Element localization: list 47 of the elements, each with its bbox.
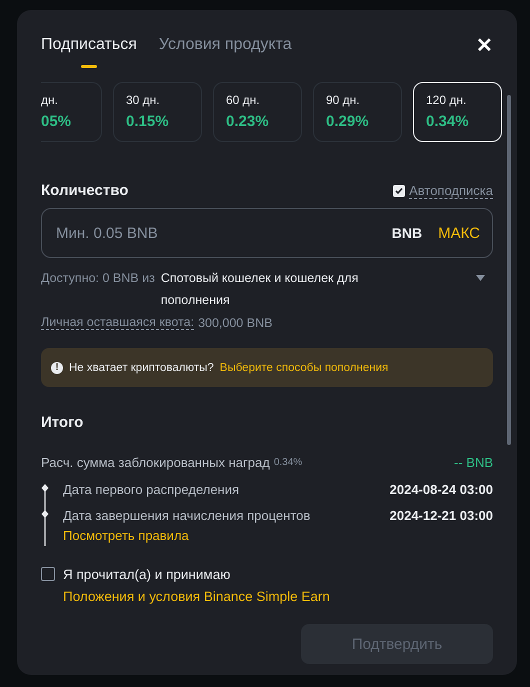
- quota-label: Личная оставшаяся квота:: [41, 315, 194, 330]
- duration-card[interactable]: 30 дн. 0.15%: [113, 82, 202, 142]
- agreement-text: Я прочитал(а) и принимаю: [63, 566, 230, 584]
- duration-card[interactable]: дн. 05%: [41, 82, 102, 142]
- auto-subscribe-label: Автоподписка: [409, 182, 493, 198]
- currency-label: BNB: [392, 225, 422, 241]
- rewards-rate: 0.34%: [274, 457, 302, 468]
- tab[interactable]: Подписаться: [41, 30, 137, 60]
- duration-card[interactable]: 90 дн. 0.29%: [313, 82, 402, 142]
- apr-value: 05%: [41, 113, 72, 130]
- rewards-value: -- BNB: [454, 455, 493, 470]
- section-title: Количество: [41, 182, 128, 199]
- duration-label: 90 дн.: [326, 93, 361, 107]
- amount-input[interactable]: Мин. 0.05 BNB BNB МАКС: [41, 208, 493, 258]
- alert-icon: !: [51, 362, 63, 374]
- apr-value: 0.34%: [426, 113, 470, 130]
- duration-label: 120 дн.: [426, 93, 468, 107]
- deposit-link[interactable]: Выберите способы пополнения: [220, 362, 388, 374]
- close-button[interactable]: ✕: [476, 32, 493, 58]
- timeline-drawing: [41, 484, 49, 546]
- date-label: Дата первого распределения: [63, 482, 240, 497]
- duration-label: дн.: [41, 93, 59, 107]
- scrollbar[interactable]: [507, 95, 511, 445]
- apr-value: 0.23%: [226, 113, 270, 130]
- auto-subscribe-checkbox[interactable]: [393, 184, 406, 196]
- rules-link[interactable]: Посмотреть правила: [63, 528, 189, 543]
- tab[interactable]: Условия продукта: [158, 30, 292, 60]
- max-button[interactable]: МАКС: [438, 224, 480, 242]
- duration-card[interactable]: 120 дн. 0.34%: [413, 82, 502, 142]
- date-value: 2024-08-24 03:00: [390, 482, 493, 497]
- duration-card[interactable]: 60 дн. 0.23%: [213, 82, 302, 142]
- rewards-label: Расч. сумма заблокированных наград: [41, 455, 270, 470]
- quota-value: 300,000 BNB: [198, 316, 272, 330]
- duration-label: 30 дн.: [126, 93, 161, 107]
- terms-link[interactable]: Положения и условия Binance Simple Earn: [63, 586, 330, 608]
- apr-value: 0.15%: [126, 113, 170, 130]
- apr-value: 0.29%: [326, 113, 370, 130]
- alert-text: Не хватает криптовалюты?: [69, 362, 214, 374]
- available-label: Доступно: 0 BNB из: [41, 270, 155, 287]
- date-label: Дата завершения начисления процентов: [63, 508, 310, 523]
- wallet-selector[interactable]: Спотовый кошелек и кошелек для пополнения: [154, 267, 385, 311]
- date-value: 2024-12-21 03:00: [390, 508, 493, 523]
- caret-icon: [476, 275, 485, 281]
- section-title: Итого: [41, 414, 84, 431]
- tab-indicator: [81, 65, 97, 68]
- agreement-checkbox[interactable]: [41, 567, 55, 581]
- duration-label: 60 дн.: [226, 93, 261, 107]
